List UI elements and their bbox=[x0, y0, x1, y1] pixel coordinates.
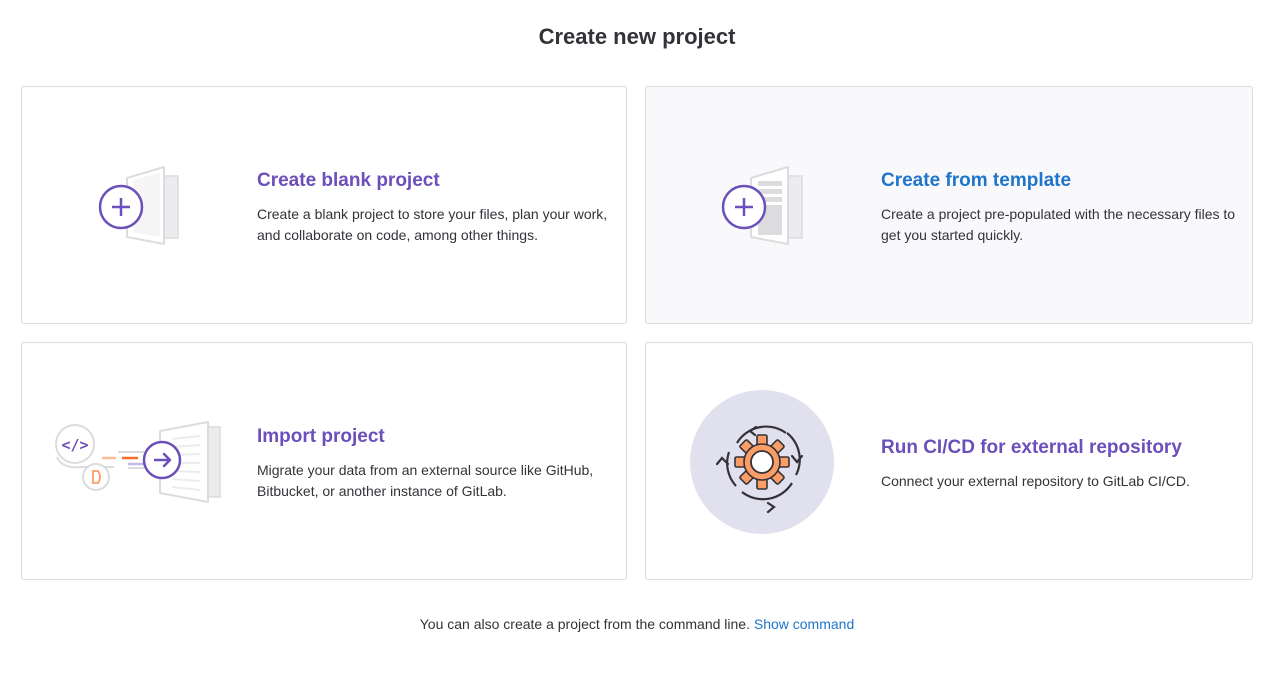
card-description: Migrate your data from an external sourc… bbox=[257, 462, 594, 499]
import-project-icon: </> bbox=[22, 343, 256, 579]
import-project-text: Import project Migrate your data from an… bbox=[257, 426, 616, 502]
card-description: Connect your external repository to GitL… bbox=[881, 473, 1190, 489]
cicd-gear-icon bbox=[646, 343, 880, 579]
card-description: Create a blank project to store your fil… bbox=[257, 206, 608, 243]
template-project-icon bbox=[646, 87, 880, 323]
create-blank-project-card[interactable]: Create blank project Create a blank proj… bbox=[21, 86, 627, 324]
create-from-template-text: Create from template Create a project pr… bbox=[881, 170, 1242, 246]
card-title: Run CI/CD for external repository bbox=[881, 437, 1182, 458]
page-title: Create new project bbox=[538, 24, 736, 49]
command-line-hint-text: You can also create a project from the c… bbox=[419, 616, 750, 632]
import-project-card[interactable]: </> Import project Migrate your data fro… bbox=[21, 342, 627, 580]
card-title: Import project bbox=[257, 426, 385, 447]
command-line-hint: You can also create a project from the c… bbox=[0, 616, 1274, 632]
new-project-page: Create new project Create blank project … bbox=[0, 0, 1279, 678]
show-command-link[interactable]: Show command bbox=[754, 616, 854, 632]
create-from-template-card[interactable]: Create from template Create a project pr… bbox=[645, 86, 1253, 324]
create-blank-project-text: Create blank project Create a blank proj… bbox=[257, 170, 616, 246]
svg-text:</>: </> bbox=[61, 436, 88, 454]
card-description: Create a project pre-populated with the … bbox=[881, 206, 1236, 243]
card-title: Create blank project bbox=[257, 170, 440, 191]
run-cicd-text: Run CI/CD for external repository Connec… bbox=[881, 437, 1242, 492]
run-cicd-card[interactable]: Run CI/CD for external repository Connec… bbox=[645, 342, 1253, 580]
blank-project-icon bbox=[22, 87, 256, 323]
card-title: Create from template bbox=[881, 170, 1072, 191]
